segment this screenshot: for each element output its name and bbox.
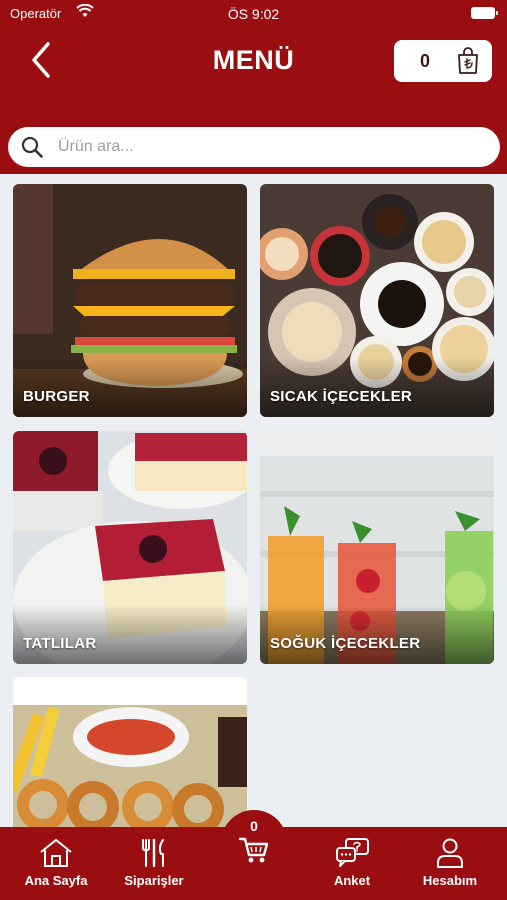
card-shade [260, 357, 494, 417]
tab-home[interactable]: Ana Sayfa [6, 837, 106, 888]
app-header: Operatör ÖS 9:02 MENÜ 0 [0, 0, 507, 174]
card-shade [13, 604, 247, 664]
category-label: SOĞUK İÇECEKLER [270, 635, 421, 652]
shopping-cart-icon [238, 837, 269, 863]
cart-button[interactable]: 0 [394, 40, 492, 82]
status-bar: Operatör ÖS 9:02 [0, 0, 507, 28]
status-time: ÖS 9:02 [227, 6, 280, 22]
tab-label: Anket [333, 873, 371, 888]
snacks-image [13, 677, 247, 827]
tab-account[interactable]: Hesabım [400, 837, 500, 888]
category-card-burger[interactable]: BURGER [13, 184, 247, 417]
cart-count: 0 [420, 51, 431, 71]
tab-survey[interactable]: Anket [302, 837, 402, 888]
category-label: BURGER [23, 388, 90, 405]
cart-tab-count: 0 [250, 818, 258, 834]
category-card-cold-drinks[interactable]: SOĞUK İÇECEKLER [260, 431, 494, 664]
search-input[interactable] [58, 136, 478, 158]
tab-orders[interactable]: Siparişler [104, 837, 204, 888]
home-icon [40, 839, 72, 867]
chat-question-icon [336, 838, 369, 867]
card-shade [260, 604, 494, 664]
category-label: SICAK İÇECEKLER [270, 388, 413, 405]
category-card-desserts[interactable]: TATLILAR [13, 431, 247, 664]
category-card-snacks[interactable] [13, 677, 247, 827]
tab-label: Siparişler [124, 873, 184, 888]
category-card-hot-drinks[interactable]: SICAK İÇECEKLER [260, 184, 494, 417]
fork-knife-icon [142, 838, 164, 868]
search-bar [8, 127, 500, 167]
shopping-bag-icon [458, 47, 478, 74]
battery-icon [471, 7, 498, 19]
category-label: TATLILAR [23, 635, 97, 652]
tab-label: Hesabım [422, 873, 478, 888]
tab-label: Ana Sayfa [24, 873, 88, 888]
cart-tab-button[interactable]: 0 [221, 810, 287, 876]
search-icon [21, 136, 43, 158]
card-shade [13, 357, 247, 417]
user-icon [437, 838, 463, 868]
